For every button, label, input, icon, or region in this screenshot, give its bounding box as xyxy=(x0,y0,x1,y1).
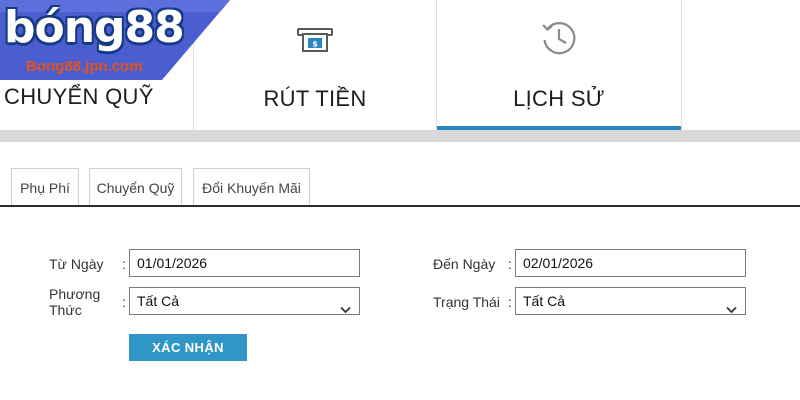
tab-lich-su-label: LỊCH SỬ xyxy=(513,86,605,111)
status-label: Trạng Thái xyxy=(433,294,500,310)
subtab-phu-phi[interactable]: Phụ Phí xyxy=(11,168,79,206)
bong88-logo: bóng88 Bong88.jpn.com xyxy=(0,0,230,80)
subtab-chuyen-quy[interactable]: Chuyển Quỹ xyxy=(89,168,182,206)
colon: : xyxy=(122,256,126,272)
subtab-doi-khuyen-mai[interactable]: Đổi Khuyến Mãi xyxy=(193,168,310,206)
colon: : xyxy=(122,294,126,310)
colon: : xyxy=(508,294,512,310)
method-label-line1: Phương xyxy=(49,286,101,302)
tab-rut-tien-label: RÚT TIỀN xyxy=(263,86,367,111)
history-clock-icon xyxy=(539,18,579,63)
nav-separator-band xyxy=(0,130,800,142)
cash-register-icon: $ xyxy=(296,26,334,59)
method-select-value: Tất Cả xyxy=(137,293,180,309)
method-label-line2: Thức xyxy=(49,302,82,318)
chevron-down-icon xyxy=(726,296,737,322)
to-date-label: Đến Ngày xyxy=(433,256,496,272)
from-date-label: Từ Ngày xyxy=(49,256,104,272)
chevron-down-icon xyxy=(340,296,351,322)
logo-brand-text: bóng88 xyxy=(4,2,185,53)
to-date-input[interactable]: 02/01/2026 xyxy=(515,249,746,277)
tab-lich-su[interactable]: LỊCH SỬ xyxy=(437,0,681,130)
logo-url-text: Bong88.jpn.com xyxy=(26,58,143,75)
status-select[interactable]: Tất Cả xyxy=(515,287,746,315)
svg-text:$: $ xyxy=(312,40,318,49)
nav-divider xyxy=(681,0,682,130)
tab-rut-tien[interactable]: $ RÚT TIỀN xyxy=(194,0,436,130)
confirm-button[interactable]: XÁC NHẬN xyxy=(129,334,247,361)
method-select[interactable]: Tất Cả xyxy=(129,287,360,315)
colon: : xyxy=(508,256,512,272)
subtab-baseline xyxy=(0,205,800,207)
status-select-value: Tất Cả xyxy=(523,293,566,309)
from-date-input[interactable]: 01/01/2026 xyxy=(129,249,360,277)
tab-chuyen-quy-label: CHUYỂN QUỸ xyxy=(4,84,154,109)
